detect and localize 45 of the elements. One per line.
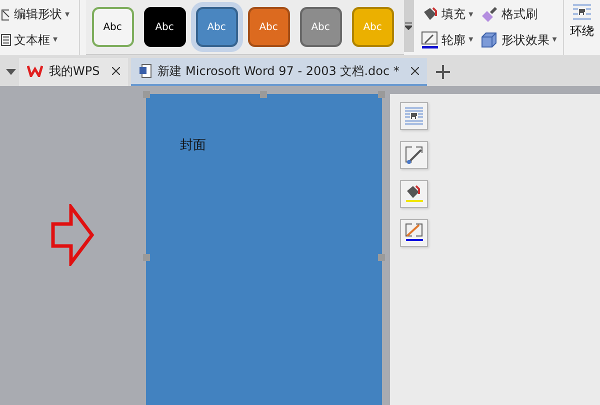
edit-shape-icon (1, 8, 11, 21)
ribbon-button[interactable]: 填充 ▾ (420, 6, 474, 24)
document-tab[interactable]: 我的WPS (19, 58, 128, 86)
gallery-more-button[interactable] (404, 0, 414, 52)
arrow-right-icon (51, 204, 95, 266)
outline-icon (420, 31, 439, 50)
side-tool-button[interactable] (400, 180, 428, 208)
text-wrap-icon (404, 107, 424, 125)
caret-icon: ▾ (53, 35, 58, 46)
resize-handle[interactable] (378, 91, 385, 98)
side-tool-button[interactable] (400, 219, 428, 247)
wps-logo-icon (27, 65, 43, 77)
side-tool-button[interactable] (400, 102, 428, 130)
page-text: 封面 (180, 138, 206, 153)
wrap-label[interactable]: 环绕 (570, 23, 594, 40)
text-box-icon (1, 34, 11, 46)
caret-icon: ▾ (552, 35, 557, 46)
brush-icon (480, 6, 498, 24)
resize-handle[interactable] (378, 254, 385, 261)
shape-style-swatch[interactable]: Abc (144, 7, 186, 47)
document-tab[interactable]: 新建 Microsoft Word 97 - 2003 文档.doc * (130, 58, 428, 86)
caret-icon: ▾ (468, 10, 474, 20)
ribbon-button[interactable]: 格式刷 (479, 6, 558, 24)
close-icon[interactable] (112, 67, 120, 75)
resize-handle[interactable] (143, 91, 150, 98)
paint-bucket-icon (404, 184, 424, 204)
ribbon-button[interactable]: 编辑形状 ▾ (0, 6, 79, 24)
cube-icon (480, 31, 498, 50)
ribbon-button[interactable]: 轮廓 ▾ (420, 31, 474, 50)
more-caret-icon (405, 22, 412, 30)
word-document-icon (138, 64, 152, 78)
close-icon[interactable] (411, 67, 420, 75)
resize-handle[interactable] (260, 91, 267, 98)
side-tool-button[interactable] (400, 141, 428, 169)
new-tab-icon[interactable] (436, 65, 450, 79)
caret-icon: ▾ (468, 35, 474, 46)
resize-handle[interactable] (143, 254, 150, 261)
ribbon-button[interactable]: 文本框 ▾ (0, 32, 79, 49)
outline-icon (404, 223, 424, 243)
edit-shape-icon (404, 145, 424, 165)
caret-icon: ▾ (65, 10, 70, 20)
dropdown-caret-icon[interactable] (6, 69, 16, 75)
text-wrap-icon (572, 4, 592, 20)
ribbon-button[interactable]: 形状效果 ▾ (479, 31, 558, 50)
shape-style-swatch[interactable]: Abc (92, 7, 134, 47)
